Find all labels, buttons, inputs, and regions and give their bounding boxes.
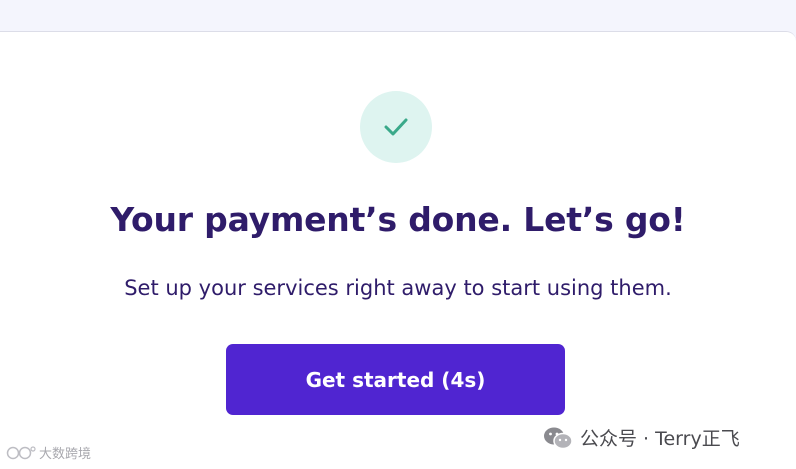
check-icon bbox=[384, 118, 408, 136]
page-subtitle: Set up your services right away to start… bbox=[124, 276, 672, 300]
watermark-logo-icon bbox=[6, 445, 36, 459]
watermark-left: 大数跨境 bbox=[6, 443, 91, 462]
wechat-icon bbox=[544, 427, 573, 449]
watermark-right-text: 公众号 · Terry正飞 bbox=[580, 428, 740, 450]
watermark-right: 公众号 · Terry正飞 bbox=[542, 424, 740, 451]
success-badge bbox=[360, 91, 432, 163]
get-started-button[interactable]: Get started (4s) bbox=[226, 344, 565, 415]
watermark-left-text: 大数跨境 bbox=[39, 447, 92, 462]
page-title: Your payment’s done. Let’s go! bbox=[110, 200, 686, 239]
payment-success-card: Your payment’s done. Let’s go! Set up yo… bbox=[0, 31, 796, 469]
